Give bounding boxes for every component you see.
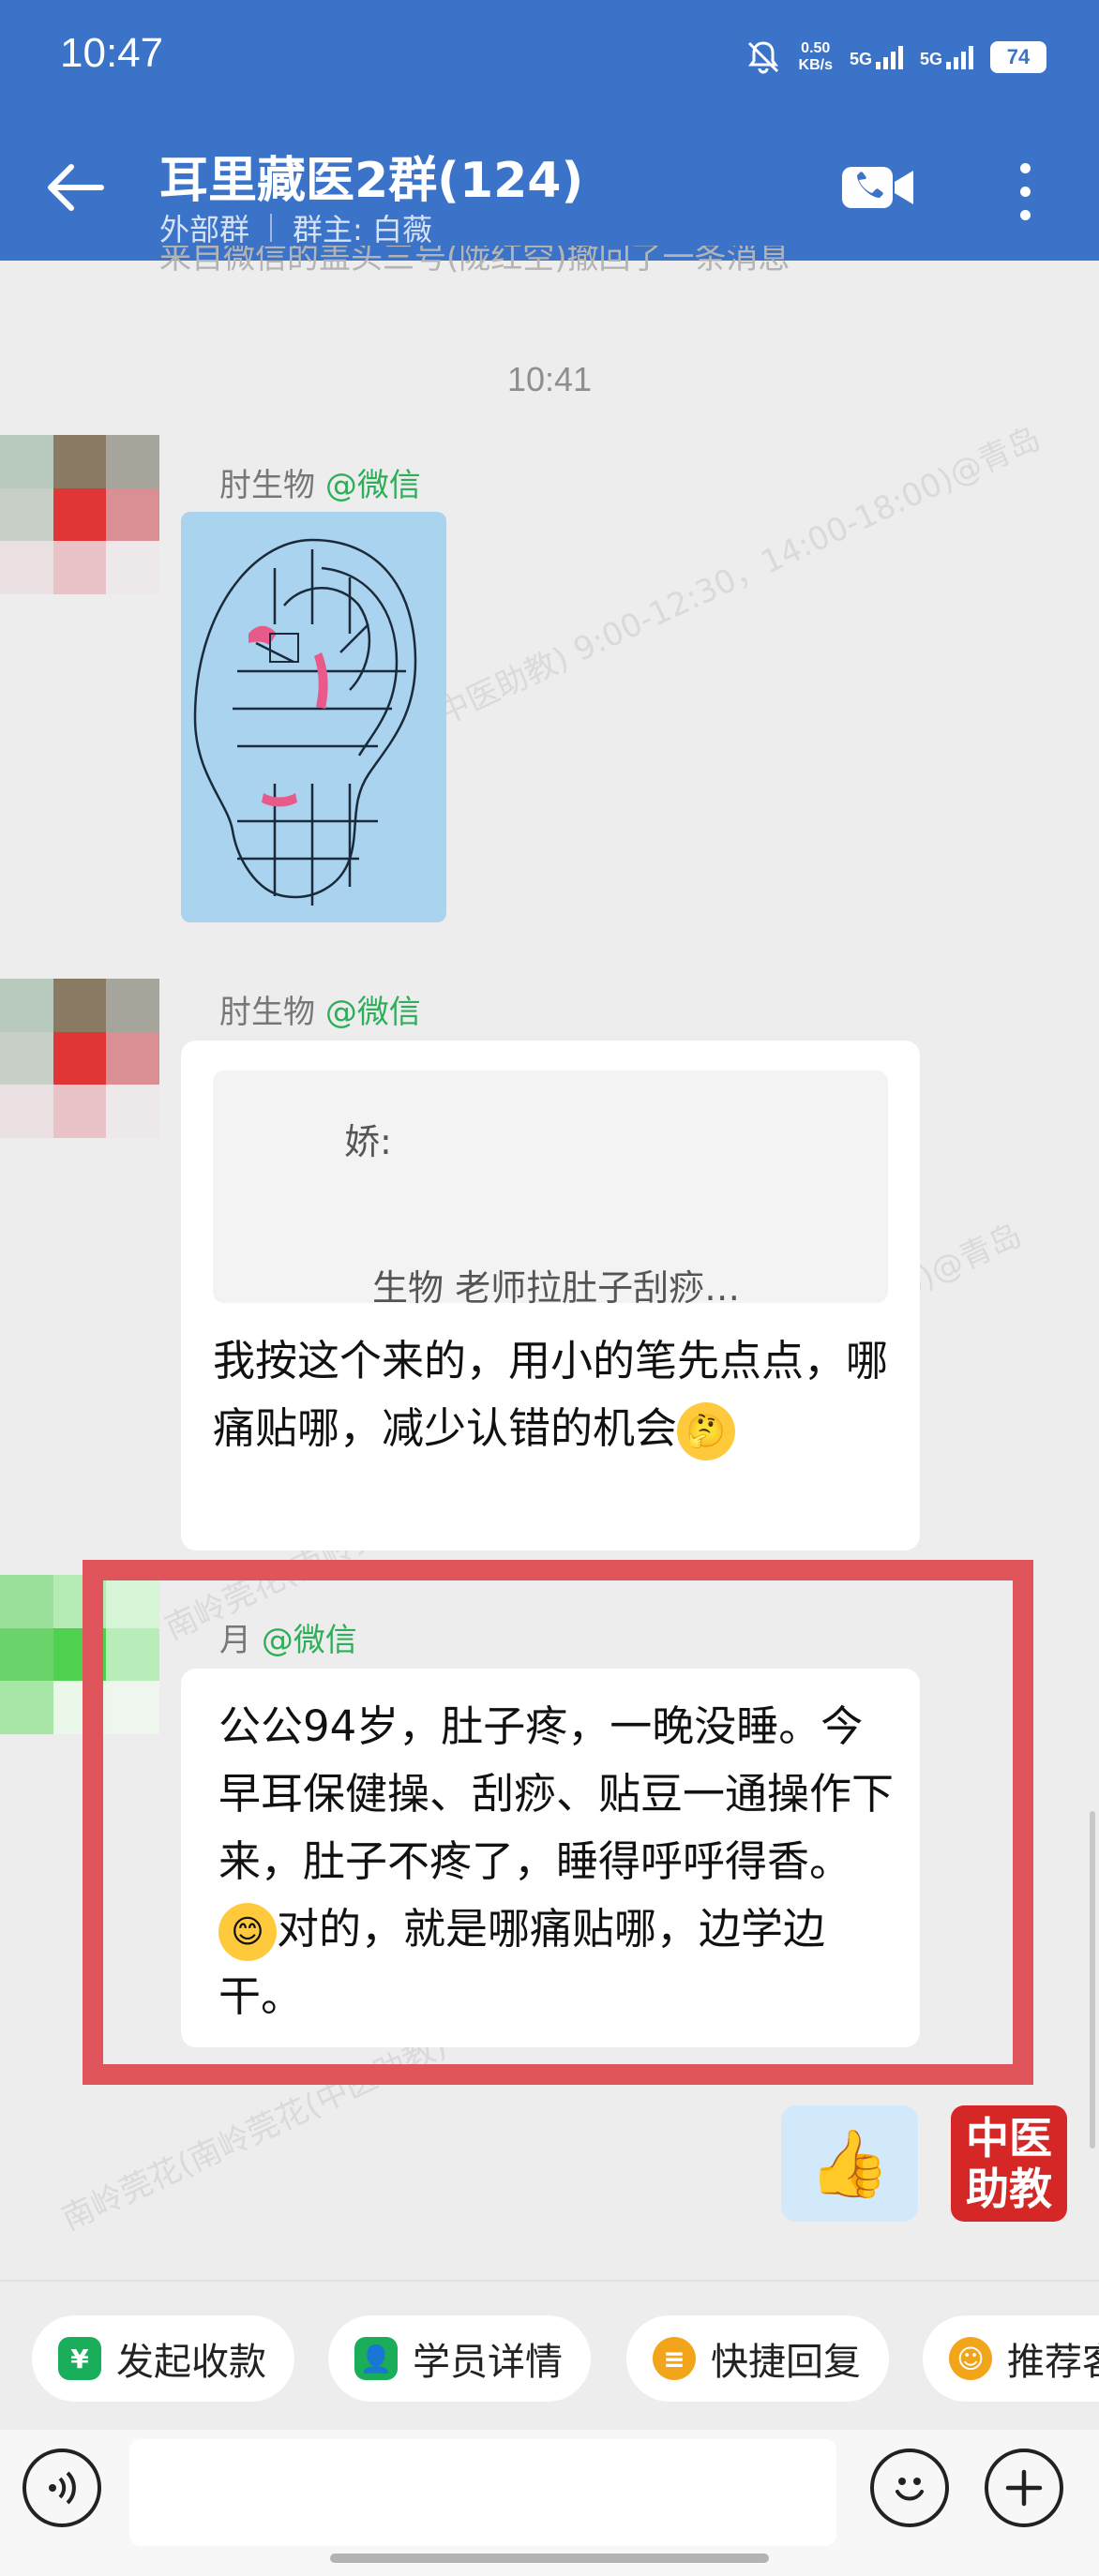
quick-reply-icon: ≡ bbox=[653, 2337, 696, 2380]
chat-title: 耳里藏医2群(124) bbox=[159, 153, 584, 209]
battery-icon: 74 bbox=[990, 41, 1046, 73]
sent-message-bubble[interactable]: 👍 bbox=[781, 2105, 918, 2222]
highlight-annotation-box bbox=[83, 1560, 1033, 2085]
status-time: 10:47 bbox=[60, 30, 164, 76]
back-button[interactable] bbox=[38, 150, 113, 225]
signal-bars-icon bbox=[875, 45, 903, 69]
recommend-icon: ☺ bbox=[949, 2337, 992, 2380]
group-type-label: 外部群 bbox=[159, 212, 250, 247]
quick-actions-bar: ¥ 发起收款 👤 学员详情 ≡ 快捷回复 ☺ 推荐客 bbox=[0, 2280, 1099, 2430]
emoji-button[interactable] bbox=[870, 2449, 949, 2527]
student-icon: 👤 bbox=[354, 2337, 398, 2380]
voice-wave-icon bbox=[49, 2471, 76, 2505]
chat-subtitle: 外部群 群主: 白薇 bbox=[159, 206, 432, 249]
quick-action-collect-payment[interactable]: ¥ 发起收款 bbox=[32, 2315, 294, 2402]
signal-bars-icon bbox=[946, 45, 973, 69]
add-attachment-button[interactable] bbox=[985, 2449, 1063, 2527]
app-header: 10:47 0.50 KB/s 5G 5G 74 耳里藏医2群(124) 外部群… bbox=[0, 0, 1099, 261]
sender-avatar-logo[interactable]: 中医助教 bbox=[951, 2105, 1067, 2222]
ear-acupoint-diagram bbox=[193, 538, 417, 906]
avatar[interactable] bbox=[0, 435, 159, 594]
thinking-emoji-icon: 🤔 bbox=[677, 1402, 736, 1460]
signal-5g-2: 5G bbox=[920, 45, 973, 69]
quote-text: 生物 老师拉肚子刮痧… bbox=[372, 1267, 741, 1309]
video-call-button[interactable] bbox=[840, 159, 915, 216]
dot-icon bbox=[1019, 186, 1031, 197]
thumbs-up-emoji-icon: 👍 bbox=[808, 2124, 891, 2202]
network-speed: 0.50 KB/s bbox=[798, 40, 833, 73]
wechat-tag: @微信 bbox=[324, 994, 421, 1031]
dot-icon bbox=[1019, 162, 1031, 173]
quoted-message[interactable]: 娇: 生物 老师拉肚子刮痧… bbox=[213, 1071, 888, 1309]
arrow-left-icon bbox=[48, 164, 104, 211]
message-input[interactable] bbox=[129, 2439, 836, 2546]
plus-icon bbox=[1005, 2469, 1043, 2507]
status-icons: 0.50 KB/s 5G 5G 74 bbox=[745, 34, 1046, 81]
scrollbar[interactable] bbox=[1090, 1811, 1095, 2149]
dot-icon bbox=[1019, 209, 1031, 220]
recall-notice: 来自微信的盖头三号(陇红空)撤回了一条消息 bbox=[159, 246, 790, 274]
quote-author: 娇: bbox=[344, 1121, 392, 1162]
more-options-button[interactable] bbox=[1003, 154, 1046, 229]
sender-name: 肘生物 @微信 bbox=[219, 467, 421, 504]
avatar[interactable] bbox=[0, 979, 159, 1138]
message-bubble[interactable]: 娇: 生物 老师拉肚子刮痧… 我按这个来的，用小的笔先点点，哪痛贴哪，减少认错的… bbox=[181, 1041, 920, 1550]
divider bbox=[270, 214, 273, 242]
voice-input-button[interactable] bbox=[23, 2449, 101, 2527]
group-owner-label: 群主: 白薇 bbox=[293, 212, 432, 247]
time-divider: 10:41 bbox=[506, 360, 593, 398]
smiley-face-icon bbox=[896, 2478, 924, 2501]
quick-action-quick-reply[interactable]: ≡ 快捷回复 bbox=[626, 2315, 889, 2402]
mute-bell-icon bbox=[747, 41, 778, 74]
ear-chart-image[interactable] bbox=[181, 512, 446, 922]
home-indicator[interactable] bbox=[330, 2554, 769, 2563]
video-camera-icon bbox=[842, 167, 913, 208]
signal-5g-1: 5G bbox=[850, 45, 903, 69]
message-text: 我按这个来的，用小的笔先点点，哪痛贴哪，减少认错的机会 🤔 bbox=[213, 1327, 888, 1462]
quick-action-recommend[interactable]: ☺ 推荐客 bbox=[923, 2315, 1099, 2402]
wechat-tag: @微信 bbox=[324, 467, 421, 504]
quick-action-student-details[interactable]: 👤 学员详情 bbox=[328, 2315, 591, 2402]
yuan-shield-icon: ¥ bbox=[58, 2337, 101, 2380]
sender-name: 肘生物 @微信 bbox=[219, 994, 421, 1031]
